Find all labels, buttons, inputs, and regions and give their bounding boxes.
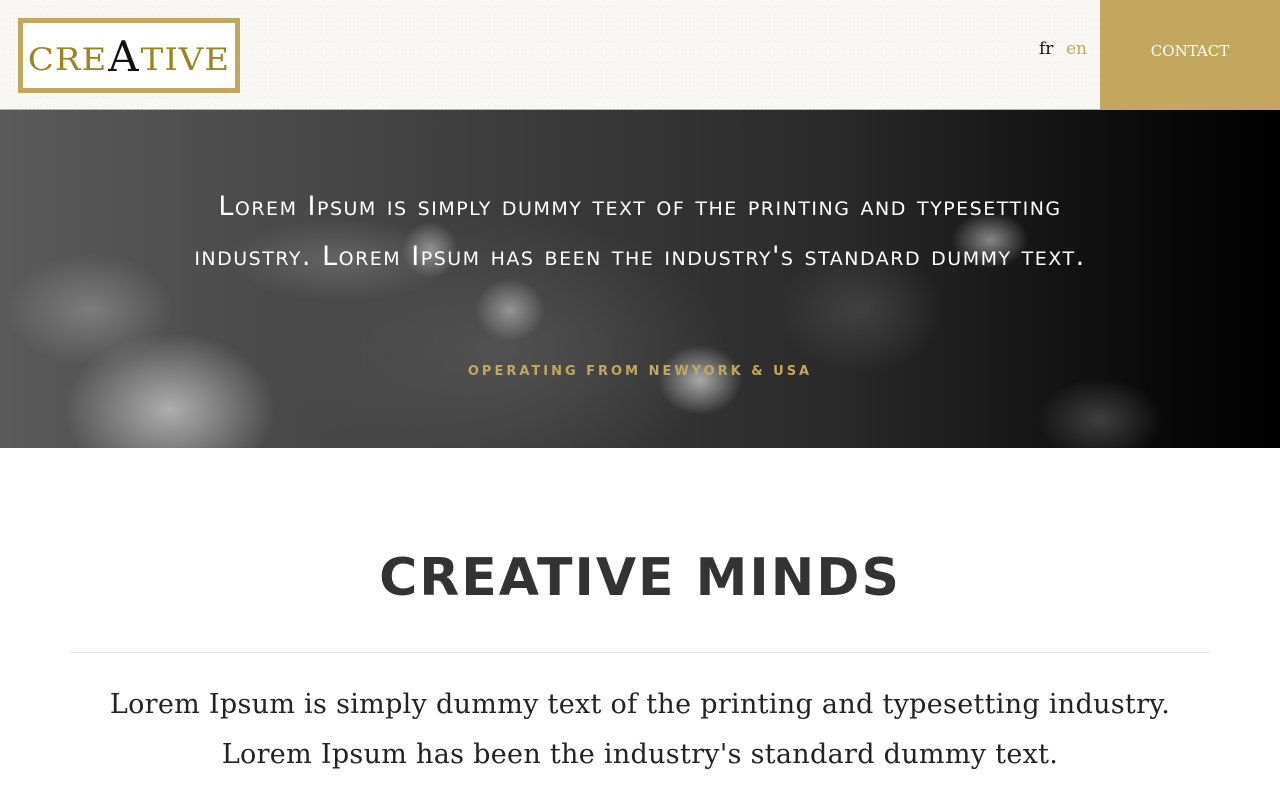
logo-text-part2: TIVE <box>140 41 231 78</box>
hero-banner: Lorem Ipsum is simply dummy text of the … <box>0 110 1280 448</box>
section-body-text: Lorem Ipsum is simply dummy text of the … <box>109 689 1171 770</box>
section-title: CREATIVE MINDS <box>379 548 901 608</box>
logo-text-accent: A <box>108 31 140 81</box>
language-fr-link[interactable]: fr <box>1039 39 1053 59</box>
contact-button[interactable]: CONTACT <box>1100 0 1280 111</box>
hero-content: Lorem Ipsum is simply dummy text of the … <box>0 110 1280 448</box>
site-logo[interactable]: CRE A TIVE <box>18 18 240 93</box>
site-header: CRE A TIVE fr en CONTACT <box>0 0 1280 111</box>
logo-wordmark: CRE A TIVE <box>28 34 230 78</box>
section-divider <box>70 652 1210 653</box>
language-en-link[interactable]: en <box>1066 39 1087 59</box>
hero-headline: Lorem Ipsum is simply dummy text of the … <box>194 191 1086 272</box>
logo-text-part1: CRE <box>27 41 108 78</box>
hero-subtitle: OPERATING FROM NEWYORK & USA <box>467 364 813 379</box>
